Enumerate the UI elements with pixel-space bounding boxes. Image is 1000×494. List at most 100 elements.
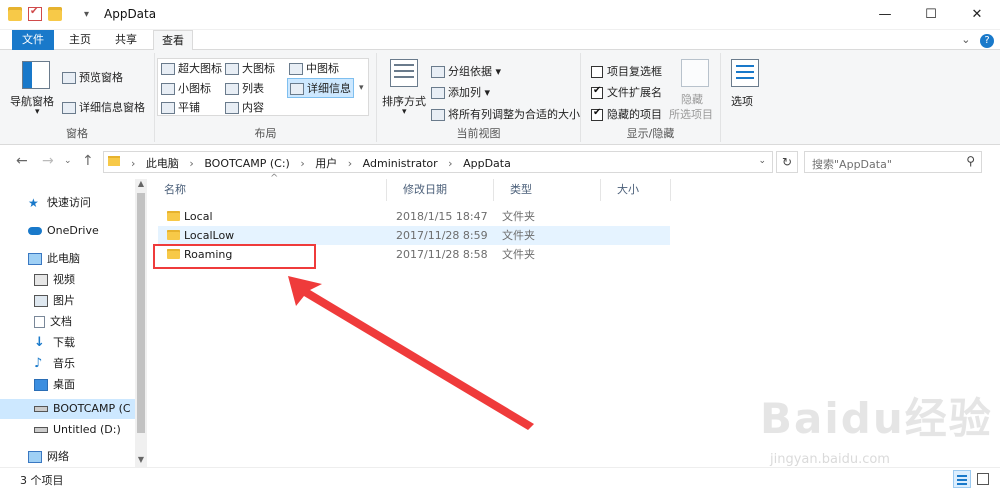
large-icons-view-icon xyxy=(977,473,989,485)
back-arrow-icon[interactable]: ← xyxy=(16,153,28,169)
nav-item-onedrive[interactable]: OneDrive xyxy=(0,221,135,241)
details-pane-icon xyxy=(62,102,76,114)
nav-scrollbar[interactable]: ▲ ▼ xyxy=(135,179,147,467)
breadcrumb: › 此电脑 › BOOTCAMP (C:) › 用户 › Administrat… xyxy=(131,157,511,170)
list-icon xyxy=(225,83,239,95)
layout-group-label: 布局 xyxy=(254,127,277,140)
recent-locations-icon[interactable]: ⌄ xyxy=(64,156,72,166)
expand-ribbon-icon[interactable]: ⌄ xyxy=(961,33,970,46)
crumb-this-pc[interactable]: 此电脑 xyxy=(146,157,179,170)
tiles-icon xyxy=(161,102,175,114)
crumb-appdata[interactable]: AppData xyxy=(463,157,511,170)
new-folder-icon[interactable] xyxy=(48,7,62,21)
hide-selected-line1: 隐藏 xyxy=(681,93,703,106)
refresh-button[interactable]: ↻ xyxy=(776,151,798,173)
nav-item-bootcamp[interactable]: BOOTCAMP (C xyxy=(0,399,135,419)
column-header-type[interactable]: 类型 xyxy=(494,179,601,201)
panes-group-label: 窗格 xyxy=(66,127,88,140)
nav-pane-button[interactable]: 导航窗格 xyxy=(10,93,54,109)
refresh-icon: ↻ xyxy=(781,155,793,169)
file-date: 2017/11/28 8:59 xyxy=(396,229,488,242)
details-view-icon xyxy=(957,475,967,477)
minimize-button[interactable]: — xyxy=(862,0,908,30)
file-date: 2018/1/15 18:47 xyxy=(396,210,488,223)
nav-item-this-pc[interactable]: 此电脑 xyxy=(0,249,135,269)
quick-access-dropdown-icon[interactable]: ▾ xyxy=(84,9,92,20)
crumb-users[interactable]: 用户 xyxy=(315,157,337,170)
layout-list[interactable]: 列表 xyxy=(225,80,264,96)
nav-item-downloads[interactable]: ↓ 下载 xyxy=(0,333,135,353)
group-by-button[interactable]: 分组依据 ▾ xyxy=(431,63,501,79)
up-arrow-icon[interactable]: ↑ xyxy=(82,153,94,169)
nav-item-videos[interactable]: 视频 xyxy=(0,270,135,290)
help-icon[interactable]: ? xyxy=(980,34,994,48)
layout-small[interactable]: 小图标 xyxy=(161,80,211,96)
file-row-locallow[interactable]: LocalLow 2017/11/28 8:59 文件夹 xyxy=(158,226,670,245)
crumb-drive[interactable]: BOOTCAMP (C:) xyxy=(204,157,290,170)
desktop-icon xyxy=(34,379,48,391)
layout-tiles[interactable]: 平铺 xyxy=(161,99,200,115)
tab-view[interactable]: 查看 xyxy=(153,30,193,51)
tab-share[interactable]: 共享 xyxy=(108,30,144,50)
properties-icon[interactable] xyxy=(28,6,42,21)
nav-scroll-thumb[interactable] xyxy=(137,193,145,433)
address-dropdown-icon[interactable]: ⌄ xyxy=(758,156,766,166)
layout-expand-icon[interactable]: ▾ xyxy=(359,83,364,93)
nav-item-pictures[interactable]: 图片 xyxy=(0,291,135,311)
details-icon xyxy=(290,83,304,95)
tab-file[interactable]: 文件 xyxy=(12,30,54,50)
options-button[interactable]: 选项 xyxy=(731,93,753,109)
scroll-up-icon[interactable]: ▲ xyxy=(135,179,147,191)
file-extensions-toggle[interactable]: 文件扩展名 xyxy=(591,84,662,100)
file-extensions-checkbox[interactable] xyxy=(591,85,603,99)
nav-item-desktop[interactable]: 桌面 xyxy=(0,375,135,395)
layout-details[interactable]: 详细信息 xyxy=(287,78,354,98)
address-bar[interactable]: › 此电脑 › BOOTCAMP (C:) › 用户 › Administrat… xyxy=(103,151,773,173)
drive-icon xyxy=(34,427,48,433)
column-header-name[interactable]: 名称 xyxy=(148,179,387,201)
add-columns-button[interactable]: 添加列 ▾ xyxy=(431,84,490,100)
baidu-watermark-url: jingyan.baidu.com xyxy=(770,452,890,467)
close-button[interactable]: ✕ xyxy=(954,0,1000,30)
nav-item-network[interactable]: 网络 xyxy=(0,447,135,467)
ribbon-tabs: 文件 主页 共享 查看 ⌄ ? xyxy=(0,30,1000,51)
column-header-size[interactable]: 大小 xyxy=(601,179,671,201)
group-by-icon xyxy=(431,66,445,78)
sort-by-icon xyxy=(390,59,418,87)
search-icon: ⚲ xyxy=(966,154,975,168)
preview-pane-button[interactable]: 预览窗格 xyxy=(62,69,123,85)
tab-home[interactable]: 主页 xyxy=(62,30,98,50)
details-pane-button[interactable]: 详细信息窗格 xyxy=(62,99,145,115)
layout-large[interactable]: 大图标 xyxy=(225,60,275,76)
nav-item-documents[interactable]: 文档 xyxy=(0,312,135,332)
forward-arrow-icon[interactable]: → xyxy=(42,153,54,169)
layout-content[interactable]: 内容 xyxy=(225,99,264,115)
file-date: 2017/11/28 8:58 xyxy=(396,248,488,261)
layout-extra-large[interactable]: 超大图标 xyxy=(161,60,222,76)
search-input[interactable]: 搜索"AppData" xyxy=(812,156,892,172)
file-type: 文件夹 xyxy=(502,229,535,242)
size-all-columns-button[interactable]: 将所有列调整为合适的大小 xyxy=(431,106,580,122)
column-header-date[interactable]: 修改日期 xyxy=(387,179,494,201)
item-checkboxes-checkbox[interactable] xyxy=(591,66,603,78)
folder-icon xyxy=(167,211,180,221)
maximize-button[interactable]: ☐ xyxy=(908,0,954,30)
options-group: 选项 xyxy=(721,53,769,142)
video-icon xyxy=(34,274,48,286)
hide-selected-button[interactable]: 所选项目 xyxy=(669,106,713,122)
hidden-items-checkbox[interactable] xyxy=(591,107,603,121)
nav-item-music[interactable]: ♪ 音乐 xyxy=(0,354,135,374)
large-icons-view-button[interactable] xyxy=(974,470,992,488)
file-row-local[interactable]: Local 2018/1/15 18:47 文件夹 xyxy=(158,207,670,226)
crumb-administrator[interactable]: Administrator xyxy=(363,157,438,170)
item-checkboxes-toggle[interactable]: 项目复选框 xyxy=(591,63,662,79)
nav-item-quick-access[interactable]: ★ 快速访问 xyxy=(0,193,135,213)
search-box[interactable]: 搜索"AppData" ⚲ xyxy=(804,151,982,173)
cloud-icon xyxy=(28,227,42,235)
hidden-items-toggle[interactable]: 隐藏的项目 xyxy=(591,106,662,122)
layout-medium[interactable]: 中图标 xyxy=(289,60,339,76)
small-icons-icon xyxy=(161,83,175,95)
details-view-button[interactable] xyxy=(953,470,971,488)
scroll-down-icon[interactable]: ▼ xyxy=(135,455,147,467)
nav-item-untitled-d[interactable]: Untitled (D:) xyxy=(0,420,135,440)
